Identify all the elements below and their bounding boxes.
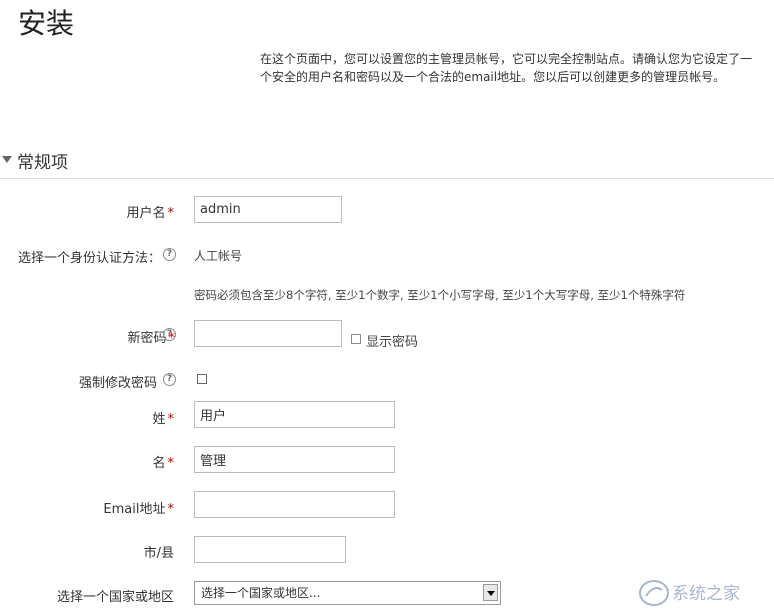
required-marker: * [167,206,175,221]
lastname-input[interactable] [194,401,395,428]
force-change-label: 强制修改密码 [78,376,157,391]
firstname-label: 名 * [152,456,175,471]
help-icon[interactable]: ? [163,248,176,261]
required-marker: * [167,412,175,427]
section-label: 常规项 [17,153,68,173]
watermark-logo: 系统之家 [636,576,766,610]
show-password-checkbox[interactable] [351,334,361,344]
email-input[interactable] [194,491,395,518]
username-input[interactable] [194,196,342,223]
country-label: 选择一个国家或地区 [56,590,174,605]
username-label: 用户名 * [126,206,175,221]
country-select[interactable]: 选择一个国家或地区... [194,581,501,605]
chevron-down-icon[interactable] [483,584,498,601]
force-change-checkbox[interactable] [197,374,207,384]
svg-text:系统之家: 系统之家 [672,584,740,604]
auth-method-value: 人工帐号 [194,249,243,263]
lastname-label: 姓 * [152,412,175,427]
firstname-input[interactable] [194,446,395,473]
help-icon[interactable]: ? [163,328,176,341]
show-password-label: 显示密码 [366,335,419,350]
password-rule-text: 密码必须包含至少8个字符, 至少1个数字, 至少1个小写字母, 至少1个大写字母… [194,288,686,302]
page-title: 安装 [18,7,75,40]
collapse-arrow-icon[interactable] [2,156,12,163]
city-label: 市/县 [143,546,174,561]
auth-method-label: 选择一个身份认证方法： [18,251,162,266]
required-marker: * [167,502,175,517]
intro-text: 在这个页面中，您可以设置您的主管理员帐号，它可以完全控制站点。请确认您为它设定了… [260,52,753,84]
section-general[interactable]: 常规项 [0,146,774,179]
city-input[interactable] [194,536,346,563]
new-password-input[interactable] [194,320,342,347]
required-marker: * [167,456,175,471]
help-icon[interactable]: ? [163,373,176,386]
country-select-value: 选择一个国家或地区... [201,586,321,600]
email-label: Email地址 * [103,502,175,517]
